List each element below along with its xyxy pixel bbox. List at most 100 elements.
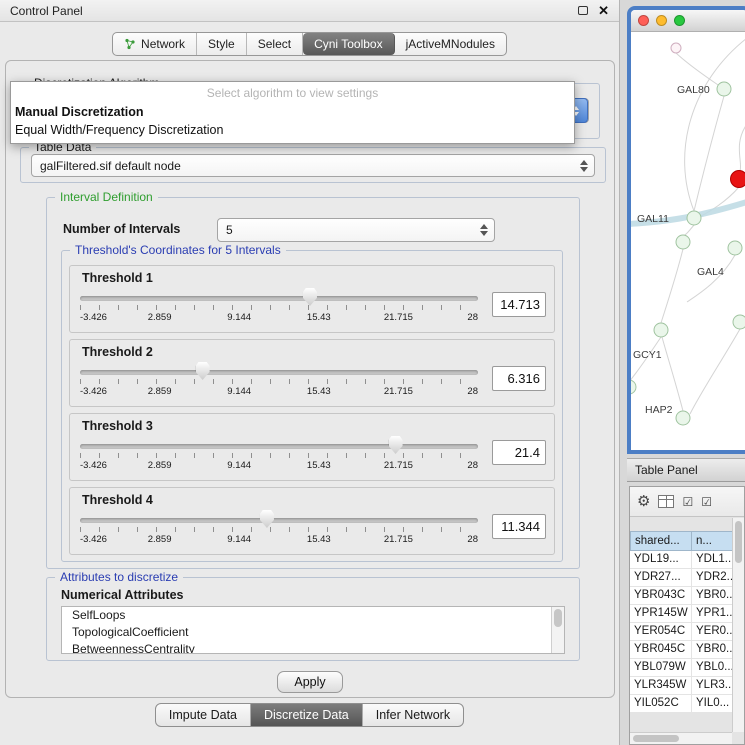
table-horizontal-scrollbar[interactable] (630, 732, 732, 744)
network-edge[interactable] (739, 124, 745, 171)
close-window-icon[interactable] (638, 15, 649, 26)
slider-thumb[interactable] (196, 362, 210, 380)
network-view-window: GAL80 GAL11 GAL4 GCY1 HAP2 (627, 6, 745, 454)
table-data-combobox[interactable]: galFiltered.sif default node (31, 154, 595, 177)
cyni-toolbox-panel: Discretization Algorithm Table Data galF… (5, 60, 615, 698)
network-node[interactable] (717, 82, 731, 96)
network-edge[interactable] (694, 96, 724, 211)
tab-network[interactable]: Network (113, 33, 197, 55)
tab-style[interactable]: Style (197, 33, 247, 55)
tab-cyni-toolbox[interactable]: Cyni Toolbox (303, 33, 394, 55)
tick-label: 21.715 (384, 534, 413, 545)
table-row[interactable]: YDL19...YDL1... (630, 551, 744, 569)
dropdown-option-equal-width-frequency[interactable]: Equal Width/Frequency Discretization (11, 121, 574, 139)
zoom-window-icon[interactable] (674, 15, 685, 26)
threshold-4-slider[interactable]: -3.426 2.859 9.144 15.43 21.715 28 (78, 508, 480, 552)
list-item[interactable]: BetweennessCentrality (62, 641, 564, 654)
column-header-shared-name[interactable]: shared... (630, 531, 692, 551)
network-edge[interactable] (690, 329, 740, 414)
columns-icon[interactable] (658, 495, 674, 508)
network-node[interactable] (733, 315, 745, 329)
float-panel-icon[interactable] (578, 6, 588, 15)
table-row[interactable]: YBL079WYBL0... (630, 659, 744, 677)
tab-jactivemnodules[interactable]: jActiveMNodules (395, 33, 506, 55)
table-vertical-scrollbar[interactable] (732, 518, 744, 732)
select-visible-checkbox-icon[interactable]: ☑ (701, 496, 712, 508)
threshold-4-value-input[interactable] (492, 514, 546, 539)
network-edge[interactable] (683, 225, 694, 236)
scrollbar-thumb[interactable] (633, 735, 679, 742)
network-edge[interactable] (687, 255, 735, 302)
network-window-titlebar[interactable] (631, 10, 745, 32)
slider-thumb[interactable] (260, 510, 274, 528)
network-node[interactable] (728, 241, 742, 255)
attributes-list[interactable]: SelfLoops TopologicalCoefficient Between… (61, 606, 565, 654)
network-edge[interactable] (676, 53, 721, 87)
tab-network-label: Network (141, 37, 185, 51)
table-row[interactable]: YIL052CYIL0... (630, 695, 744, 713)
tab-impute-data[interactable]: Impute Data (156, 704, 251, 726)
select-all-checkbox-icon[interactable]: ☑ (682, 496, 693, 508)
control-panel-title: Control Panel (10, 4, 83, 18)
control-panel-tab-bar: Network Style Select Cyni Toolbox jActiv… (0, 32, 619, 56)
table-row[interactable]: YLR345WYLR3... (630, 677, 744, 695)
slider-track[interactable] (80, 370, 478, 375)
tick-label: 9.144 (227, 312, 251, 323)
slider-track[interactable] (80, 444, 478, 449)
threshold-2-slider[interactable]: -3.426 2.859 9.144 15.43 21.715 28 (78, 360, 480, 404)
selected-node[interactable] (731, 171, 745, 188)
tick-label: 2.859 (148, 460, 172, 471)
dropdown-prompt: Select algorithm to view settings (11, 82, 574, 103)
tick-label: 21.715 (384, 386, 413, 397)
slider-thumb[interactable] (303, 288, 317, 306)
dropdown-option-manual-discretization[interactable]: Manual Discretization (11, 103, 574, 121)
threshold-2-value-input[interactable] (492, 366, 546, 391)
network-node[interactable] (676, 235, 690, 249)
tick-label: 2.859 (148, 386, 172, 397)
table-data-selected-value: galFiltered.sif default node (40, 159, 181, 173)
number-of-intervals-combobox[interactable]: 5 (217, 218, 495, 242)
minimize-window-icon[interactable] (656, 15, 667, 26)
network-node[interactable] (631, 380, 636, 394)
combo-arrows-icon (580, 160, 588, 172)
tab-select[interactable]: Select (247, 33, 303, 55)
list-item[interactable]: SelfLoops (62, 607, 564, 624)
list-item[interactable]: TopologicalCoefficient (62, 624, 564, 641)
node-label: HAP2 (645, 404, 673, 416)
cyni-bottom-tab-bar: Impute Data Discretize Data Infer Networ… (0, 703, 619, 727)
network-node[interactable] (654, 323, 668, 337)
threshold-3-value-input[interactable] (492, 440, 546, 465)
slider-thumb[interactable] (389, 436, 403, 454)
slider-track[interactable] (80, 518, 478, 523)
tick-label: 15.43 (307, 460, 331, 471)
list-scrollbar[interactable] (551, 607, 564, 653)
scrollbar-thumb[interactable] (735, 521, 742, 563)
threshold-1-value-input[interactable] (492, 292, 546, 317)
settings-gear-icon[interactable]: ⚙ (637, 494, 650, 509)
table-row[interactable]: YPR145WYPR1... (630, 605, 744, 623)
table-data-group: Table Data galFiltered.sif default node (20, 147, 606, 183)
table-row[interactable]: YBR043CYBR0... (630, 587, 744, 605)
network-edge[interactable] (661, 249, 683, 323)
threshold-1-slider[interactable]: -3.426 2.859 9.144 15.43 21.715 28 (78, 286, 480, 330)
network-node[interactable] (671, 43, 681, 53)
control-panel: Control Panel ✕ Network Style Select Cyn… (0, 0, 620, 745)
threshold-4-panel: Threshold 4 -3.426 2.859 9.144 15.43 (69, 487, 555, 555)
tick-label: 9.144 (227, 460, 251, 471)
tab-infer-network[interactable]: Infer Network (363, 704, 463, 726)
right-pane: GAL80 GAL11 GAL4 GCY1 HAP2 Table Panel ⚙… (621, 0, 745, 745)
network-node[interactable] (687, 211, 701, 225)
network-edge[interactable] (662, 337, 683, 411)
table-row[interactable]: YBR045CYBR0... (630, 641, 744, 659)
tick-label: 21.715 (384, 312, 413, 323)
close-panel-icon[interactable]: ✕ (598, 4, 609, 17)
apply-button[interactable]: Apply (277, 671, 343, 693)
tab-discretize-data[interactable]: Discretize Data (251, 704, 363, 726)
threshold-3-slider[interactable]: -3.426 2.859 9.144 15.43 21.715 28 (78, 434, 480, 478)
network-canvas[interactable]: GAL80 GAL11 GAL4 GCY1 HAP2 (631, 32, 745, 450)
network-node[interactable] (676, 411, 690, 425)
table-row[interactable]: YDR27...YDR2... (630, 569, 744, 587)
scrollbar-thumb[interactable] (554, 609, 562, 627)
slider-track[interactable] (80, 296, 478, 301)
table-row[interactable]: YER054CYER0... (630, 623, 744, 641)
